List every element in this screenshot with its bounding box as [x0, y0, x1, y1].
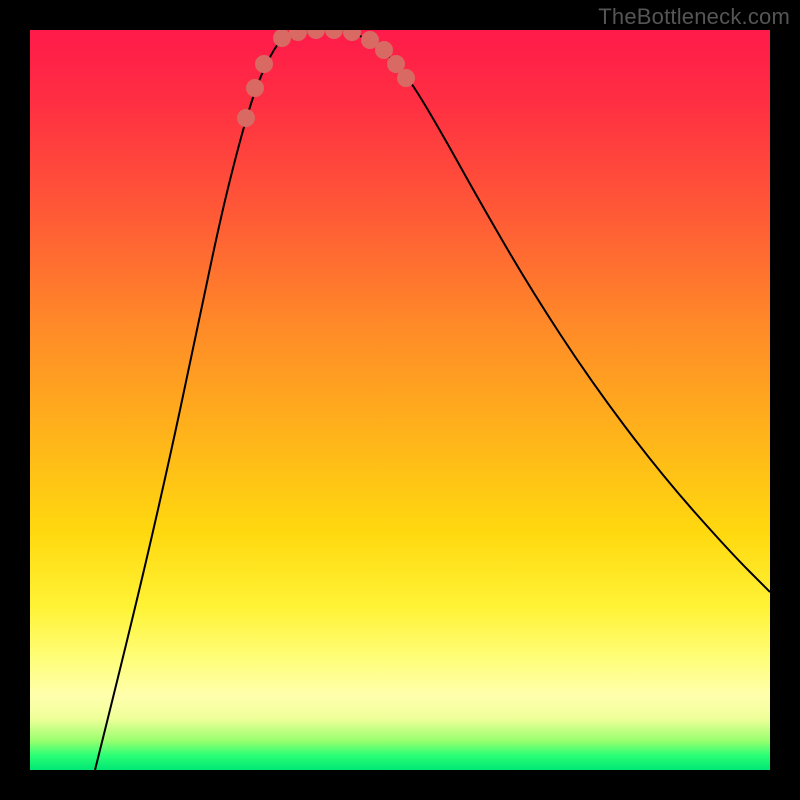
curve-marker [237, 109, 255, 127]
curve-marker [397, 69, 415, 87]
curve-marker [246, 79, 264, 97]
marker-group [237, 30, 415, 127]
bottleneck-curve [95, 30, 770, 770]
curve-overlay [30, 30, 770, 770]
curve-marker [255, 55, 273, 73]
curve-marker [289, 30, 307, 41]
curve-marker [343, 30, 361, 41]
plot-area [30, 30, 770, 770]
curve-marker [325, 30, 343, 39]
curve-marker [307, 30, 325, 39]
curve-marker [375, 41, 393, 59]
watermark-text: TheBottleneck.com [598, 4, 790, 30]
curve-marker [273, 30, 291, 47]
chart-stage: TheBottleneck.com [0, 0, 800, 800]
